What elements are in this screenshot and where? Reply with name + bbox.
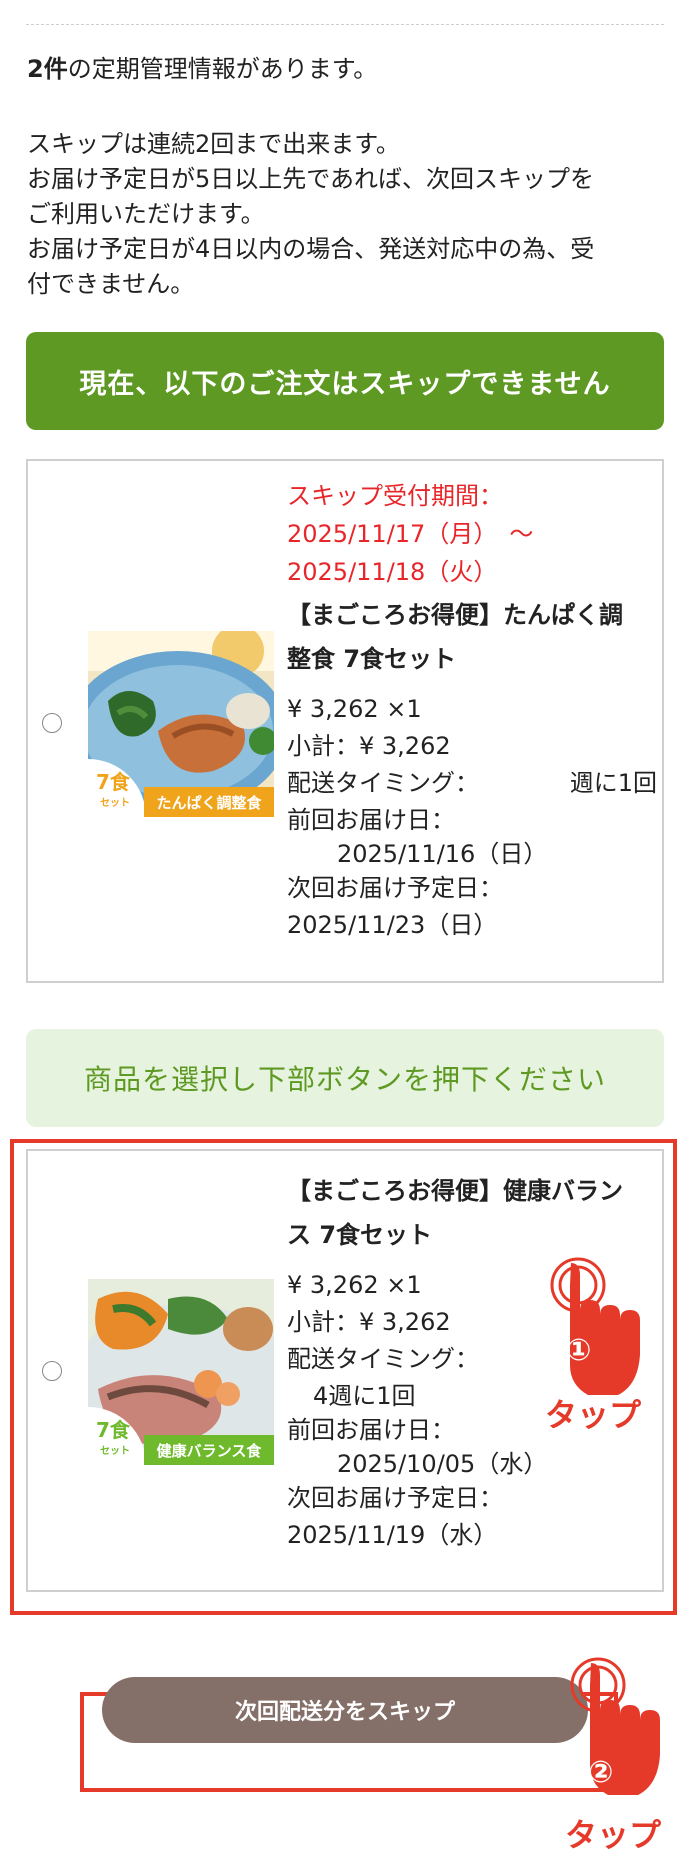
subtotal: 小計：¥ 3,262 — [287, 732, 451, 760]
note-line: スキップは連続2回まで出来ます。 — [27, 130, 400, 158]
subscription-count-text: の定期管理情報があります。 — [67, 55, 378, 83]
skip-period-end: 2025/11/18（火） — [287, 558, 498, 586]
item-details: スキップ受付期間： 2025/11/17（月） ～ 2025/11/18（火） … — [287, 477, 657, 945]
cannot-skip-banner: 現在、以下のご注文はスキップできません — [26, 332, 664, 430]
badge-set: セット — [100, 798, 130, 809]
last-delivery-label: 前回お届け日： — [287, 806, 455, 834]
product-title-line: 整食 7食セット — [287, 645, 457, 673]
step2-number: ② — [588, 1755, 614, 1790]
skip-period-label: スキップ受付期間： — [287, 482, 503, 510]
product-title: 【まごころお得便】たんぱく調 整食 7食セット — [287, 593, 657, 681]
skip-notes: スキップは連続2回まで出来ます。 お届け予定日が5日以上先であれば、次回スキップ… — [27, 127, 657, 302]
note-line: お届け予定日が5日以上先であれば、次回スキップを — [27, 165, 595, 193]
subscription-count-number: 2件 — [27, 55, 68, 83]
price: ¥ 3,262 ×1 — [287, 695, 422, 723]
badge-count: 7食 — [96, 770, 130, 794]
note-line: 付できません。 — [27, 270, 195, 298]
meal-type-label: たんぱく調整食 — [144, 787, 274, 817]
step1-number: ① — [566, 1333, 592, 1368]
pointing-hand-icon — [570, 1657, 660, 1795]
product-image: 7食 セット たんぱく調整食 — [88, 631, 274, 817]
skip-period-start: 2025/11/17（月） ～ — [287, 520, 534, 548]
subscription-card-protein: 7食 セット たんぱく調整食 スキップ受付期間： 2025/11/17（月） ～… — [26, 459, 664, 983]
top-divider — [26, 24, 664, 25]
last-delivery-date: 2025/11/16（日） — [337, 840, 548, 868]
note-line: ご利用いただけます。 — [27, 200, 265, 228]
delivery-timing: 配送タイミング： 週に1回 — [287, 763, 657, 803]
next-delivery-date: 2025/11/23（日） — [287, 911, 498, 939]
subscription-count: 2件の定期管理情報があります。 — [27, 52, 377, 87]
select-radio[interactable] — [42, 713, 62, 733]
product-title-line: 【まごころお得便】たんぱく調 — [287, 601, 623, 629]
skip-next-delivery-button[interactable]: 次回配送分をスキップ — [102, 1677, 588, 1743]
next-delivery-label: 次回お届け予定日： — [287, 874, 503, 902]
step2-tap-label: タップ — [565, 1816, 662, 1854]
delivery-timing-label: 配送タイミング： — [287, 769, 479, 797]
note-line: お届け予定日が4日以内の場合、発送対応中の為、受 — [27, 235, 595, 263]
select-instruction-banner: 商品を選択し下部ボタンを押下ください — [26, 1029, 664, 1127]
step1-tap-label: タップ — [545, 1396, 642, 1434]
delivery-timing-value: 週に1回 — [569, 769, 657, 797]
